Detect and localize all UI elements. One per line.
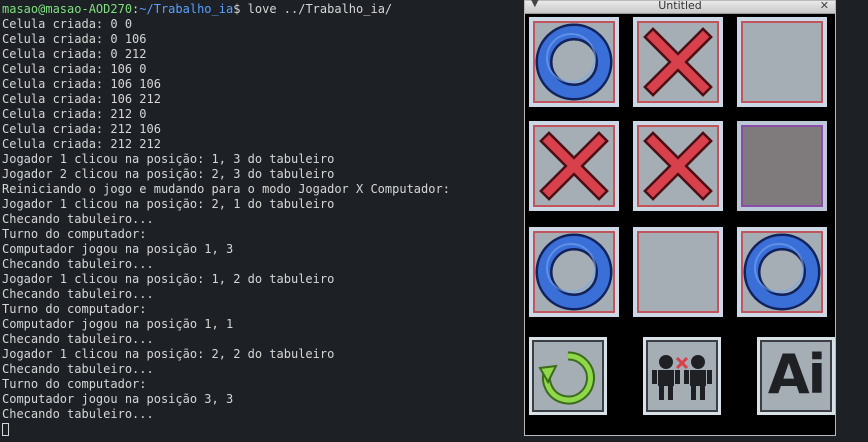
restart-button[interactable]: [529, 337, 607, 415]
board-cell-1-2[interactable]: [633, 17, 723, 107]
board-cell-2-1[interactable]: [529, 121, 619, 211]
player-vs-player-button[interactable]: [643, 337, 721, 415]
game-window: ▼ Untitled ✕ Ai: [524, 0, 836, 436]
board-cell-1-1[interactable]: [529, 17, 619, 107]
prompt-path: ~/Trabalho_ia: [139, 2, 234, 16]
prompt-user-host: masao@masao-AOD270: [2, 2, 133, 16]
window-titlebar[interactable]: ▼ Untitled ✕: [525, 0, 835, 14]
ai-mode-button[interactable]: Ai: [757, 337, 835, 415]
o-mark-icon: [743, 233, 821, 311]
player-vs-player-icon: [652, 355, 712, 400]
x-mark-icon: [539, 131, 609, 201]
restart-icon: [538, 351, 595, 405]
prompt-command: love ../Trabalho_ia/: [240, 2, 393, 16]
board-cell-2-2[interactable]: [633, 121, 723, 211]
board-cell-3-1[interactable]: [529, 227, 619, 317]
board-cell-2-3[interactable]: [737, 121, 827, 211]
terminal-cursor: [2, 423, 9, 436]
close-icon[interactable]: ✕: [820, 0, 829, 12]
o-mark-icon: [535, 23, 613, 101]
window-title: Untitled: [658, 0, 702, 12]
board-cell-3-2[interactable]: [633, 227, 723, 317]
o-mark-icon: [535, 233, 613, 311]
ai-mode-label: Ai: [767, 343, 826, 406]
x-mark-icon: [643, 27, 713, 97]
x-mark-icon: [643, 131, 713, 201]
board-cell-3-3[interactable]: [737, 227, 827, 317]
board-cell-1-3[interactable]: [737, 17, 827, 107]
